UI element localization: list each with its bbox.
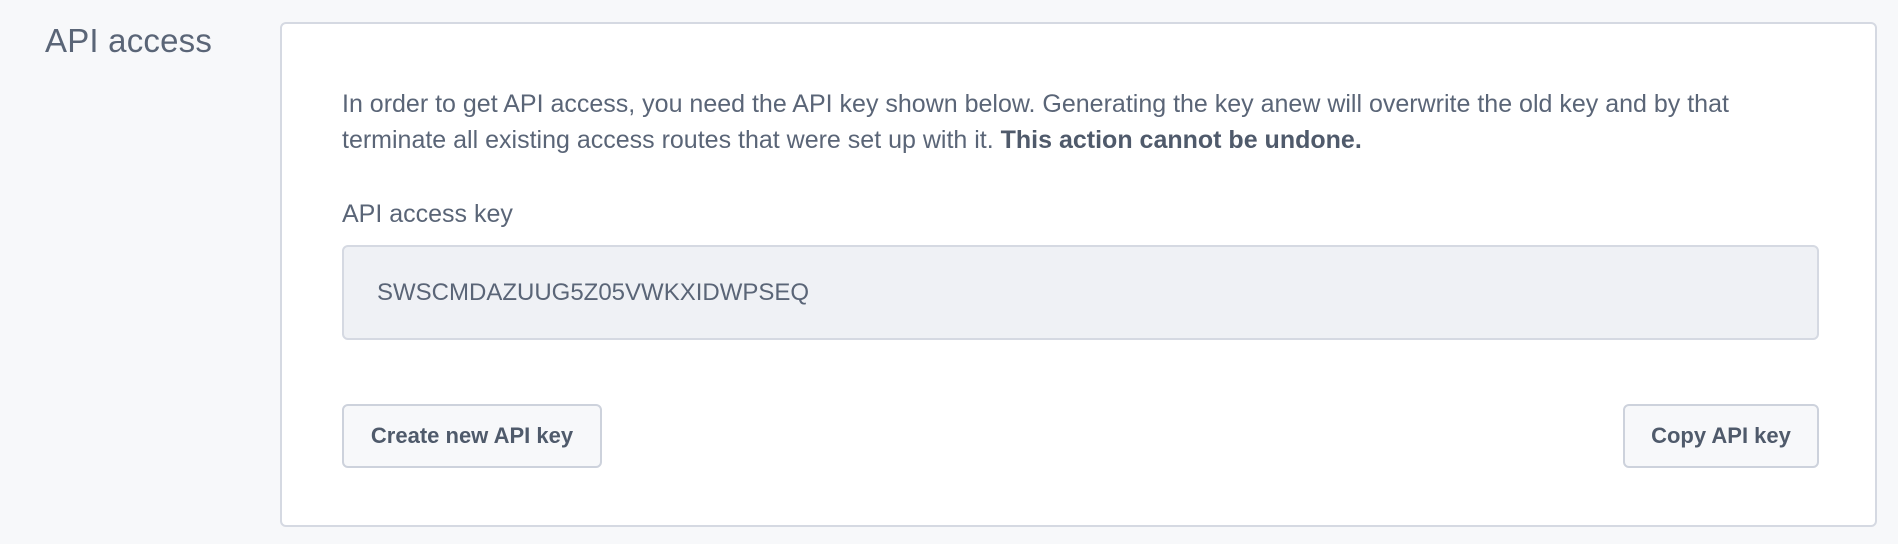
api-access-card: In order to get API access, you need the… [280,22,1877,527]
api-key-field[interactable] [342,245,1819,340]
section-title: API access [45,22,213,59]
description: In order to get API access, you need the… [342,86,1812,158]
copy-api-key-button[interactable]: Copy API key [1623,404,1819,468]
create-api-key-button[interactable]: Create new API key [342,404,602,468]
api-key-label: API access key [342,200,513,228]
description-warning: This action cannot be undone. [1000,126,1362,154]
